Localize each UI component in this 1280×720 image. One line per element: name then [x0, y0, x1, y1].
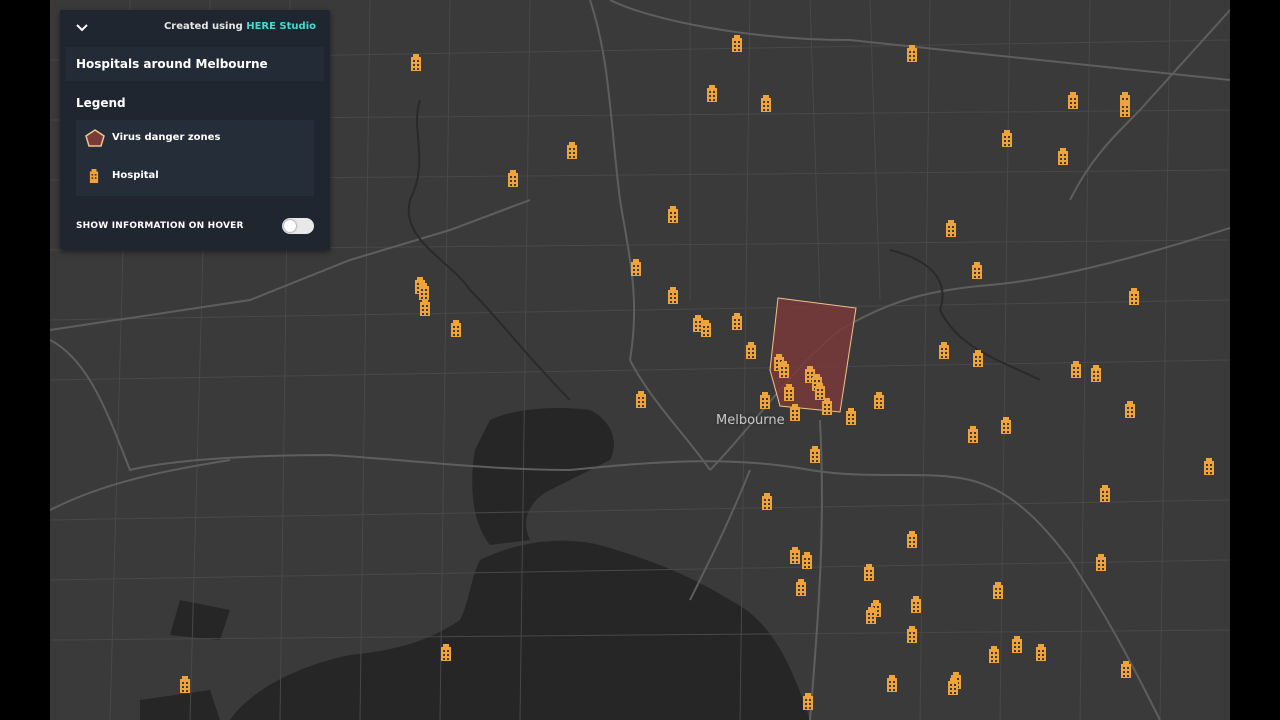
- letterbox-left: [0, 0, 50, 720]
- hospital-marker-icon[interactable]: [1067, 92, 1079, 109]
- hospital-marker-icon[interactable]: [731, 35, 743, 52]
- hospital-marker-icon[interactable]: [1035, 644, 1047, 661]
- hospital-marker-icon[interactable]: [450, 320, 462, 337]
- hospital-marker-icon[interactable]: [783, 384, 795, 401]
- hospital-marker-icon[interactable]: [967, 426, 979, 443]
- hospital-marker-icon[interactable]: [706, 85, 718, 102]
- hospital-marker-icon[interactable]: [906, 626, 918, 643]
- hospital-marker-icon[interactable]: [507, 170, 519, 187]
- hospital-marker-icon[interactable]: [1099, 485, 1111, 502]
- hospital-marker-icon[interactable]: [761, 493, 773, 510]
- hover-toggle-row: SHOW INFORMATION ON HOVER: [76, 218, 314, 238]
- legend-item-hospital: Hospital: [76, 158, 314, 194]
- hospital-marker-icon[interactable]: [789, 547, 801, 564]
- hospital-marker-icon[interactable]: [845, 408, 857, 425]
- panel-header: Created using HERE Studio: [60, 10, 330, 46]
- chevron-down-icon[interactable]: [74, 21, 90, 35]
- credit-prefix: Created using: [163, 21, 243, 32]
- hover-toggle-switch[interactable]: [282, 218, 314, 234]
- legend-title: Legend: [76, 96, 126, 110]
- hospital-marker-icon[interactable]: [1095, 554, 1107, 571]
- hospital-marker-icon[interactable]: [802, 693, 814, 710]
- hospital-marker-icon[interactable]: [179, 676, 191, 693]
- hospital-marker-icon[interactable]: [418, 283, 430, 300]
- hospital-marker-icon[interactable]: [1128, 288, 1140, 305]
- hospital-marker-icon[interactable]: [906, 45, 918, 62]
- hospital-marker-icon[interactable]: [906, 531, 918, 548]
- legend-label-hospital: Hospital: [112, 170, 159, 181]
- hospital-marker-icon[interactable]: [630, 259, 642, 276]
- hospital-marker-icon[interactable]: [1119, 100, 1131, 117]
- hospital-marker-icon[interactable]: [566, 142, 578, 159]
- credit-text: Created using HERE Studio: [164, 21, 316, 32]
- hospital-marker-icon[interactable]: [1011, 636, 1023, 653]
- hospital-marker-icon[interactable]: [789, 404, 801, 421]
- hospital-marker-icon[interactable]: [759, 392, 771, 409]
- hospital-marker-icon[interactable]: [795, 579, 807, 596]
- hospital-marker-icon[interactable]: [1070, 361, 1082, 378]
- hospital-marker-icon[interactable]: [938, 342, 950, 359]
- hospital-marker-icon[interactable]: [1120, 661, 1132, 678]
- hospital-marker-icon[interactable]: [410, 54, 422, 71]
- hospital-marker-icon[interactable]: [419, 299, 431, 316]
- hospital-marker-icon[interactable]: [1203, 458, 1215, 475]
- letterbox-right: [1230, 0, 1280, 720]
- hospital-marker-icon[interactable]: [1000, 417, 1012, 434]
- hospital-marker-icon[interactable]: [972, 350, 984, 367]
- hospital-marker-icon[interactable]: [865, 607, 877, 624]
- hospital-marker-icon[interactable]: [1057, 148, 1069, 165]
- hospital-marker-icon[interactable]: [1001, 130, 1013, 147]
- hospital-marker-icon[interactable]: [1124, 401, 1136, 418]
- legend-label-danger-zones: Virus danger zones: [112, 132, 221, 143]
- hospital-marker-icon[interactable]: [971, 262, 983, 279]
- pentagon-icon: [85, 129, 105, 147]
- hospital-marker-icon[interactable]: [1090, 365, 1102, 382]
- hospital-marker-icon[interactable]: [821, 398, 833, 415]
- hospital-marker-icon[interactable]: [731, 313, 743, 330]
- hospital-marker-icon[interactable]: [778, 361, 790, 378]
- hospital-marker-icon[interactable]: [873, 392, 885, 409]
- title-box: Hospitals around Melbourne: [66, 47, 324, 81]
- toggle-knob: [284, 220, 296, 232]
- hospital-icon: [89, 169, 99, 183]
- page-title: Hospitals around Melbourne: [76, 57, 268, 71]
- hospital-marker-icon[interactable]: [745, 342, 757, 359]
- hospital-marker-icon[interactable]: [863, 564, 875, 581]
- water: [140, 408, 810, 720]
- hospital-marker-icon[interactable]: [760, 95, 772, 112]
- credit-brand-link[interactable]: HERE Studio: [246, 21, 316, 32]
- hospital-marker-icon[interactable]: [992, 582, 1004, 599]
- city-label-melbourne: Melbourne: [716, 413, 785, 428]
- legend-item-danger-zones: Virus danger zones: [76, 120, 314, 156]
- hospital-marker-icon[interactable]: [947, 678, 959, 695]
- hospital-marker-icon[interactable]: [667, 287, 679, 304]
- hospital-marker-icon[interactable]: [988, 646, 1000, 663]
- hospital-marker-icon[interactable]: [886, 675, 898, 692]
- legend-panel: Created using HERE Studio Hospitals arou…: [60, 10, 330, 250]
- hospital-marker-icon[interactable]: [910, 596, 922, 613]
- legend-list: Virus danger zones Hospital: [76, 120, 314, 196]
- hospital-marker-icon[interactable]: [809, 446, 821, 463]
- hospital-marker-icon[interactable]: [700, 320, 712, 337]
- hover-toggle-label: SHOW INFORMATION ON HOVER: [76, 221, 244, 231]
- hospital-marker-icon[interactable]: [945, 220, 957, 237]
- hospital-marker-icon[interactable]: [440, 644, 452, 661]
- hospital-marker-icon[interactable]: [801, 552, 813, 569]
- hospital-marker-icon[interactable]: [635, 391, 647, 408]
- hospital-marker-icon[interactable]: [667, 206, 679, 223]
